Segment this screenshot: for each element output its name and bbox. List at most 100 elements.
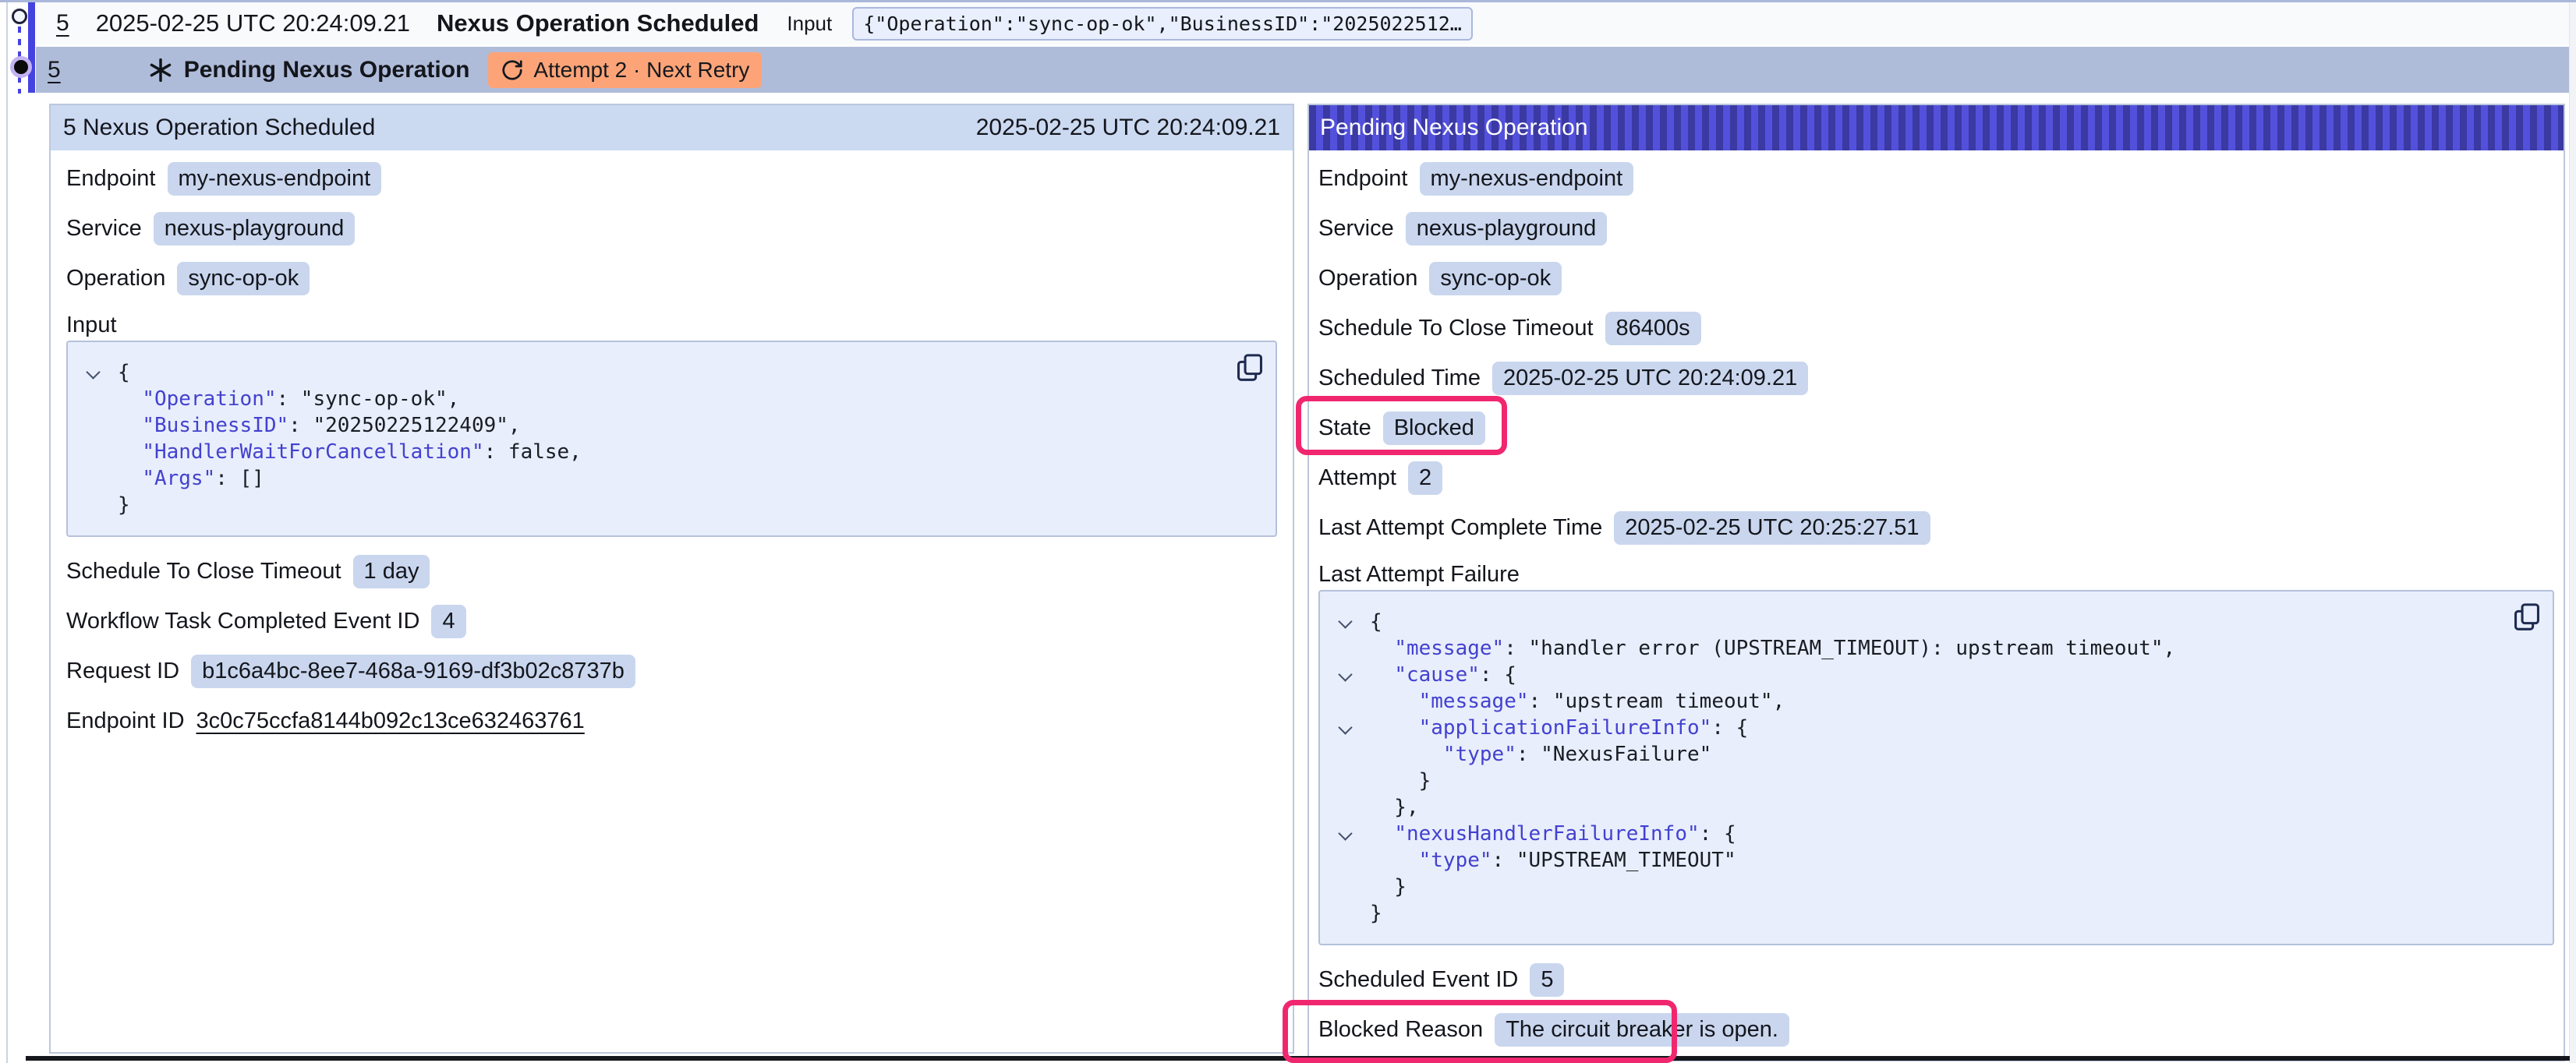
event-input-preview: {"Operation":"sync-op-ok","BusinessID":"… [852, 7, 1473, 41]
field-label: Last Attempt Complete Time [1318, 515, 1602, 541]
failure-json-viewer: { "message": "handler error (UPSTREAM_TI… [1318, 590, 2554, 945]
blocked-reason-annotation [1283, 1000, 1677, 1063]
field-label: Schedule To Close Timeout [1318, 316, 1594, 341]
field-row: Attempt 2 [1318, 461, 2554, 495]
field-value-chip: 2 [1408, 461, 1442, 495]
field-row: Scheduled Event ID 5 [1318, 962, 2554, 997]
code-line: } [1320, 768, 2537, 794]
code-line: } [1320, 900, 2537, 927]
code-line: "message": "handler error (UPSTREAM_TIME… [1320, 635, 2537, 662]
right-panel-title: Pending Nexus Operation [1320, 115, 1588, 141]
retry-icon [501, 58, 524, 82]
field-label: Service [1318, 216, 1394, 242]
input-section-label: Input [66, 311, 1277, 339]
field-row: Endpoint ID 3c0c75ccfa8144b092c13ce632463… [66, 704, 1277, 738]
code-line: "Operation": "sync-op-ok", [68, 386, 1260, 412]
left-panel-title: 5 Nexus Operation Scheduled [63, 115, 375, 141]
field-value-link[interactable]: 3c0c75ccfa8144b092c13ce632463761 [196, 708, 585, 734]
field-value-chip: my-nexus-endpoint [168, 162, 382, 196]
field-value-chip: 2025-02-25 UTC 20:24:09.21 [1492, 362, 1808, 395]
field-value-chip: 2025-02-25 UTC 20:25:27.51 [1614, 511, 1930, 545]
code-line: } [68, 492, 1260, 518]
field-row: Schedule To Close Timeout 86400s [1318, 311, 2554, 345]
field-value-chip: 4 [431, 605, 465, 638]
field-row: Workflow Task Completed Event ID 4 [66, 604, 1277, 638]
field-label: Endpoint [1318, 166, 1408, 192]
field-row: Schedule To Close Timeout 1 day [66, 554, 1277, 588]
code-line: "nexusHandlerFailureInfo": { [1320, 821, 2537, 847]
collapse-chevron-icon[interactable] [1338, 720, 1352, 734]
field-label: Endpoint ID [66, 708, 185, 734]
code-line: "type": "NexusFailure" [1320, 741, 2537, 768]
pending-asterisk-icon [148, 58, 173, 83]
field-row: Request ID b1c6a4bc-8ee7-468a-9169-df3b02… [66, 654, 1277, 688]
field-value-chip: nexus-playground [1406, 212, 1608, 245]
code-line: "HandlerWaitForCancellation": false, [68, 439, 1260, 465]
left-panel-timestamp: 2025-02-25 UTC 20:24:09.21 [976, 115, 1280, 141]
field-value-chip: b1c6a4bc-8ee7-468a-9169-df3b02c8737b [191, 655, 635, 688]
event-title: Nexus Operation Scheduled [437, 9, 759, 37]
code-line: "BusinessID": "20250225122409", [68, 412, 1260, 439]
event-row-scheduled[interactable]: 5 2025-02-25 UTC 20:24:09.21 Nexus Opera… [36, 2, 2570, 44]
field-value-chip: my-nexus-endpoint [1420, 162, 1634, 196]
field-row: Operation sync-op-ok [1318, 261, 2554, 295]
field-row: Last Attempt Complete Time 2025-02-25 UTC… [1318, 510, 2554, 545]
code-line: { [1320, 609, 2537, 635]
event-marker-open-icon [12, 9, 27, 24]
field-label: Workflow Task Completed Event ID [66, 609, 419, 634]
collapse-chevron-icon[interactable] [1338, 667, 1352, 681]
field-row: Endpoint my-nexus-endpoint [1318, 161, 2554, 196]
code-line: "cause": { [1320, 662, 2537, 688]
field-value-chip: 5 [1530, 963, 1564, 997]
pending-operation-row[interactable]: 5 Pending Nexus Operation Attempt 2 · Ne… [36, 47, 2570, 93]
field-label: Operation [1318, 266, 1417, 291]
event-marker-current-icon [10, 56, 32, 78]
code-line: "message": "upstream timeout", [1320, 688, 2537, 715]
field-row: Endpoint my-nexus-endpoint [66, 161, 1277, 196]
code-line: "type": "UPSTREAM_TIMEOUT" [1320, 847, 2537, 874]
code-line: }, [1320, 794, 2537, 821]
right-panel-header: Pending Nexus Operation [1309, 105, 2564, 150]
pending-operation-panel: Pending Nexus Operation Endpoint my-nexus… [1307, 104, 2565, 1061]
field-label: Service [66, 216, 142, 242]
retry-badge: Attempt 2 · Next Retry [488, 52, 762, 88]
code-line: { [68, 359, 1260, 386]
left-panel-header: 5 Nexus Operation Scheduled 2025-02-25 U… [51, 105, 1293, 150]
code-line: "Args": [] [68, 465, 1260, 492]
field-label: Request ID [66, 659, 179, 684]
field-label: Scheduled Time [1318, 366, 1481, 391]
field-row: Scheduled Time 2025-02-25 UTC 20:24:09.21 [1318, 361, 2554, 395]
pending-id-link[interactable]: 5 [48, 57, 61, 83]
field-label: Schedule To Close Timeout [66, 559, 341, 584]
field-row: Service nexus-playground [66, 211, 1277, 245]
field-value-chip: sync-op-ok [1429, 262, 1562, 295]
timeline-active-bar [28, 2, 35, 93]
collapse-chevron-icon[interactable] [1338, 826, 1352, 840]
field-value-chip: 1 day [353, 555, 430, 588]
field-label: Endpoint [66, 166, 156, 192]
retry-badge-label: Attempt 2 · Next Retry [533, 58, 749, 83]
field-value-chip: sync-op-ok [177, 262, 310, 295]
field-label: Operation [66, 266, 165, 291]
field-row: Operation sync-op-ok [66, 261, 1277, 295]
event-timestamp: 2025-02-25 UTC 20:24:09.21 [96, 9, 410, 37]
scrollbar-gutter[interactable] [2569, 2, 2576, 1063]
code-line: "applicationFailureInfo": { [1320, 715, 2537, 741]
input-json-viewer: { "Operation": "sync-op-ok", "BusinessID… [66, 341, 1277, 537]
collapse-chevron-icon[interactable] [86, 365, 100, 379]
left-border [6, 2, 8, 1063]
code-line: } [1320, 874, 2537, 900]
field-value-chip: nexus-playground [154, 212, 356, 245]
field-row: Service nexus-playground [1318, 211, 2554, 245]
field-label: Attempt [1318, 465, 1396, 491]
event-id-link[interactable]: 5 [56, 10, 69, 37]
field-value-chip: 86400s [1605, 312, 1701, 345]
pending-title: Pending Nexus Operation [184, 57, 470, 83]
field-label: Scheduled Event ID [1318, 967, 1518, 993]
collapse-chevron-icon[interactable] [1338, 614, 1352, 628]
state-blocked-annotation [1296, 396, 1507, 455]
temporal-event-history-screen: 5 2025-02-25 UTC 20:24:09.21 Nexus Opera… [0, 0, 2576, 1063]
failure-section-label: Last Attempt Failure [1318, 560, 2554, 588]
scheduled-event-panel: 5 Nexus Operation Scheduled 2025-02-25 U… [49, 104, 1294, 1054]
event-input-label: Input [787, 12, 832, 36]
